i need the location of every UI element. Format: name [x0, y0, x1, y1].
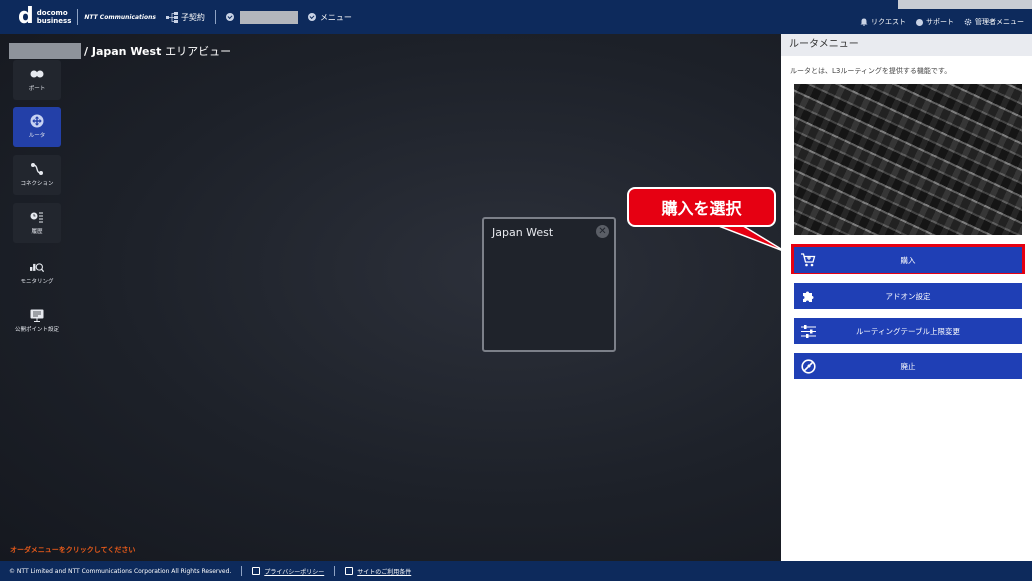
monitoring-icon [30, 261, 44, 273]
docomo-business-logo[interactable]: d docomo business NTT Communications [18, 6, 156, 28]
cancel-icon [800, 358, 816, 374]
hierarchy-icon [165, 11, 178, 23]
sidebar-item-port[interactable]: ポート [13, 60, 61, 100]
breadcrumb-current: / Japan West エリアビュー [84, 45, 232, 58]
main-menu[interactable]: メニュー [307, 12, 352, 23]
logo-text: docomo business [36, 9, 72, 25]
area-view-canvas: / Japan West エリアビュー ポート ルータ コネクション 履歴 モニ… [0, 34, 781, 561]
ntt-logo: NTT Communications [84, 13, 156, 21]
routing-table-limit-button[interactable]: ルーティングテーブル上限変更 [794, 318, 1022, 344]
history-icon [30, 211, 44, 223]
panel-description: ルータとは、L3ルーティングを提供する機能です。 [790, 67, 952, 75]
contract-menu[interactable]: 子契約 [165, 11, 205, 23]
router-menu-panel: ルータメニュー ルータとは、L3ルーティングを提供する機能です。 購入 アドオン… [781, 34, 1032, 561]
bell-icon [860, 18, 868, 26]
privacy-policy-link[interactable]: プライバシーポリシー [252, 567, 324, 576]
copyright-text: © NTT Limited and NTT Communications Cor… [9, 567, 232, 575]
region-card-japan-west[interactable]: Japan West ✕ [482, 217, 616, 352]
router-icon [30, 114, 44, 128]
check-circle-icon [225, 13, 234, 21]
logo-mark: d [18, 4, 34, 29]
sidebar-item-connection[interactable]: コネクション [13, 155, 61, 195]
puzzle-icon [800, 288, 816, 304]
server-rack-image [794, 84, 1022, 235]
support-link[interactable]: サポート [916, 17, 954, 27]
gear-icon [964, 18, 972, 26]
sliders-icon [800, 323, 816, 339]
admin-menu-link[interactable]: 管理者メニュー [964, 17, 1024, 27]
decommission-button[interactable]: 廃止 [794, 353, 1022, 379]
cart-icon [800, 252, 816, 268]
masked-user-area [898, 0, 1032, 9]
toggle-icon [30, 68, 44, 80]
terms-of-use-link[interactable]: サイトのご利用条件 [345, 567, 411, 576]
close-icon[interactable]: ✕ [596, 225, 609, 238]
select-buy-callout: 購入を選択 [627, 187, 776, 227]
monitor-icon [30, 309, 44, 322]
sidebar-item-monitoring[interactable]: モニタリング [13, 253, 61, 293]
panel-title: ルータメニュー [781, 34, 1032, 56]
breadcrumb: / Japan West エリアビュー [9, 43, 231, 59]
region-title: Japan West [492, 226, 554, 239]
help-circle-icon [916, 18, 923, 26]
masked-breadcrumb-parent[interactable] [9, 43, 81, 59]
external-link-icon [252, 567, 261, 575]
order-menu-hint: オーダメニューをクリックしてください [10, 546, 136, 554]
sidebar-item-router[interactable]: ルータ [13, 107, 61, 147]
page-footer: © NTT Limited and NTT Communications Cor… [0, 561, 1032, 581]
connection-icon [30, 163, 44, 175]
external-link-icon [345, 567, 354, 575]
footer-divider [241, 566, 243, 576]
logo-divider [77, 9, 79, 25]
masked-account-name [239, 10, 298, 24]
check-circle-icon [307, 13, 316, 21]
addon-settings-button[interactable]: アドオン設定 [794, 283, 1022, 309]
sidebar-item-history[interactable]: 履歴 [13, 203, 61, 243]
buy-button[interactable]: 購入 [794, 247, 1022, 273]
header-right-links: リクエスト サポート 管理者メニュー [850, 17, 1024, 27]
footer-divider [334, 566, 336, 576]
header-divider [214, 10, 216, 24]
sidebar-item-public-point-settings[interactable]: 公開ポイント設定 [12, 301, 62, 341]
request-link[interactable]: リクエスト [860, 17, 906, 27]
account-selector[interactable] [225, 10, 298, 24]
menu-label: メニュー [319, 12, 352, 22]
contract-label: 子契約 [180, 12, 205, 22]
top-header: d docomo business NTT Communications 子契約… [0, 0, 1032, 34]
